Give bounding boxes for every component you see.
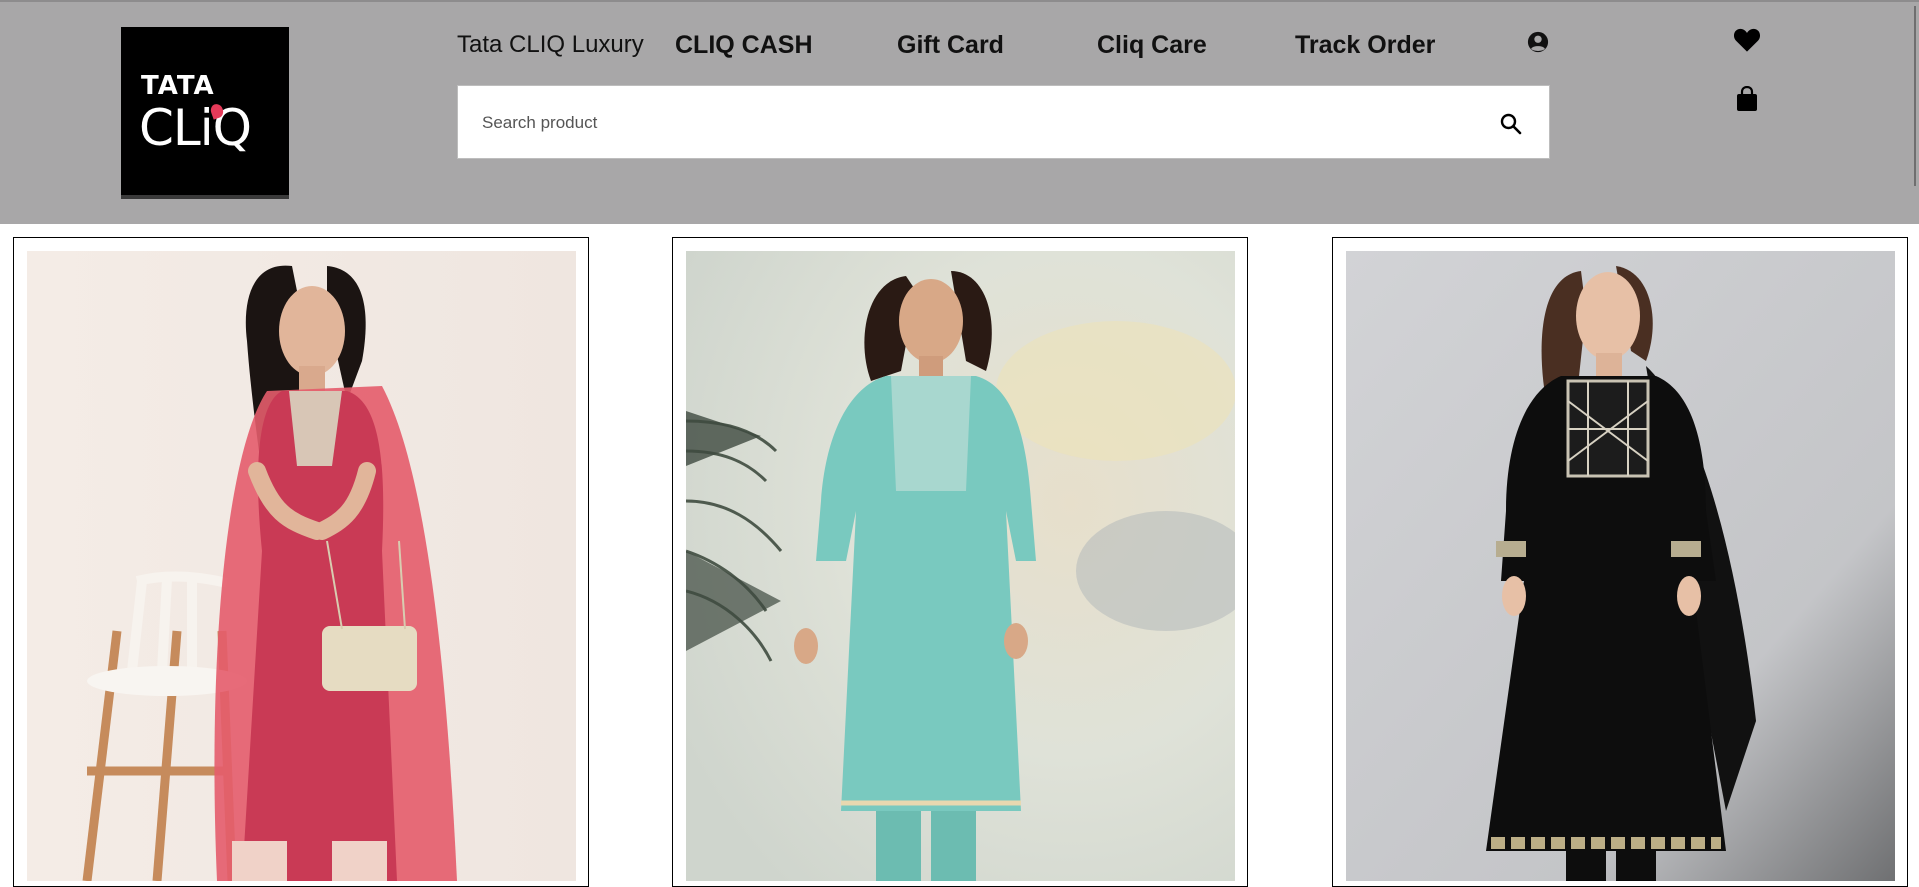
product-card[interactable]	[672, 237, 1248, 887]
search-input[interactable]	[482, 106, 1462, 140]
bag-icon[interactable]	[1735, 86, 1759, 112]
nav-link-gift-card[interactable]: Gift Card	[897, 28, 1004, 62]
heart-icon[interactable]	[1733, 27, 1761, 53]
header-top-border	[0, 0, 1919, 2]
page-scrollbar[interactable]	[1914, 6, 1916, 186]
user-icon[interactable]	[1527, 31, 1549, 53]
product-image-teal-kurta[interactable]	[686, 251, 1235, 881]
logo-text-cliq: CLiQ	[139, 99, 252, 157]
search-icon[interactable]	[1499, 112, 1523, 136]
product-card[interactable]	[1332, 237, 1908, 887]
product-image-pink-kurta[interactable]	[27, 251, 576, 881]
black-kurta-model-illustration	[1346, 251, 1895, 881]
product-card[interactable]	[13, 237, 589, 887]
nav-link-track-order[interactable]: Track Order	[1295, 28, 1435, 62]
nav-link-cliq-care[interactable]: Cliq Care	[1097, 28, 1207, 62]
tata-cliq-logo[interactable]: TATA CLiQ	[121, 27, 289, 199]
pink-kurta-model-illustration	[27, 251, 576, 881]
teal-kurta-model-illustration	[686, 251, 1235, 881]
logo-text-tata: TATA	[141, 71, 215, 101]
nav-link-tata-cliq-luxury[interactable]: Tata CLIQ Luxury	[457, 28, 644, 62]
nav-link-cliq-cash[interactable]: CLIQ CASH	[675, 28, 813, 62]
site-header: TATA CLiQ Tata CLIQ Luxury CLIQ CASH Gif…	[0, 0, 1919, 224]
product-image-black-kurta[interactable]	[1346, 251, 1895, 881]
search-bar	[457, 85, 1550, 159]
